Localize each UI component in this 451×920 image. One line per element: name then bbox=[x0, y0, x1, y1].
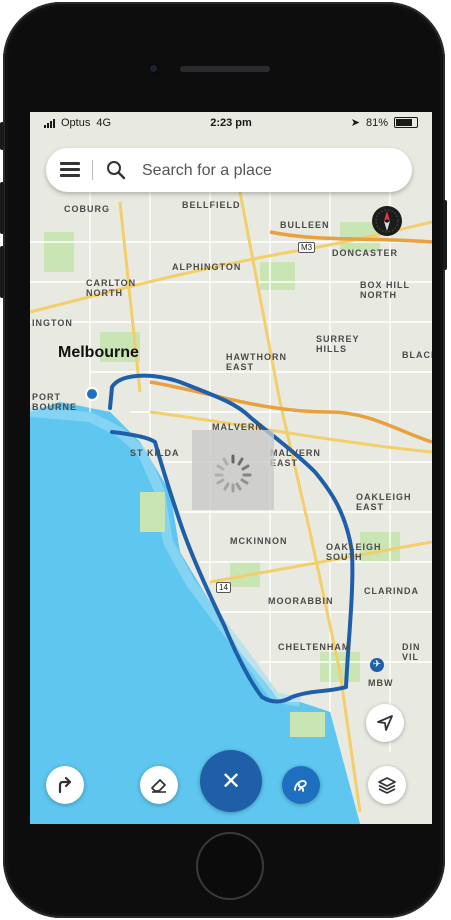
volume-down-button bbox=[0, 246, 4, 298]
map-label-cheltenham: CHELTENHAM bbox=[278, 642, 351, 652]
home-button[interactable] bbox=[198, 834, 262, 898]
map-label-clarinda: CLARINDA bbox=[364, 586, 419, 596]
eraser-icon bbox=[151, 779, 166, 793]
map-label-malvern-east: MALVERN EAST bbox=[270, 448, 321, 468]
park bbox=[44, 232, 74, 272]
road-shield-14: 14 bbox=[216, 582, 231, 593]
directions-button[interactable] bbox=[46, 766, 84, 804]
map-label-box-hill-north: BOX HILL NORTH bbox=[360, 280, 410, 300]
park bbox=[140, 492, 165, 532]
power-button bbox=[443, 200, 447, 270]
navigation-arrow-icon bbox=[377, 715, 393, 731]
search-icon bbox=[107, 161, 126, 180]
loading-overlay bbox=[192, 430, 274, 510]
map-label-carlton-north: CARLTON NORTH bbox=[86, 278, 137, 298]
map-label-blackburn: BLACK bbox=[402, 350, 432, 360]
map-label-port-melbourne: PORT BOURNE bbox=[32, 392, 78, 412]
phone-frame: COBURG BELLFIELD BULLEEN DONCASTER ALPHI… bbox=[0, 0, 451, 920]
map-label-melbourne: Melbourne bbox=[58, 344, 139, 361]
compass-icon[interactable] bbox=[372, 206, 402, 236]
map-label-flemington: INGTON bbox=[32, 318, 73, 328]
map-label-oakleigh-east: OAKLEIGH EAST bbox=[356, 492, 412, 512]
map-label-mbw: MBW bbox=[368, 678, 394, 688]
status-bar: Optus 4G 2:23 pm ➤ 81% bbox=[30, 112, 432, 134]
earpiece-speaker bbox=[180, 66, 270, 72]
close-button[interactable]: ✕ bbox=[200, 750, 262, 812]
lasso-draw-icon bbox=[294, 780, 307, 792]
road-shield-m3: M3 bbox=[298, 242, 316, 253]
locate-button[interactable] bbox=[366, 704, 404, 742]
eraser-button[interactable] bbox=[140, 766, 178, 804]
map-label-dingley: DIN VIL bbox=[402, 642, 421, 662]
park bbox=[260, 262, 295, 290]
menu-icon[interactable] bbox=[60, 162, 80, 178]
turn-right-arrow-icon bbox=[58, 776, 72, 794]
battery-percent: 81% bbox=[365, 116, 388, 129]
loading-spinner-icon bbox=[214, 454, 252, 493]
map-label-oakleigh-south: OAKLEIGH SOUTH bbox=[326, 542, 382, 562]
close-icon: ✕ bbox=[220, 767, 242, 795]
map-label-st-kilda: ST KILDA bbox=[130, 448, 180, 458]
park bbox=[290, 712, 325, 737]
search-input[interactable] bbox=[140, 159, 394, 183]
search-bar[interactable] bbox=[46, 148, 412, 192]
search-divider bbox=[92, 160, 93, 180]
airport-marker-icon[interactable]: ✈ bbox=[370, 658, 384, 672]
app-screen: COBURG BELLFIELD BULLEEN DONCASTER ALPHI… bbox=[30, 112, 432, 824]
volume-up-button bbox=[0, 182, 4, 234]
map-label-coburg: COBURG bbox=[64, 204, 110, 214]
map-label-moorabbin: MOORABBIN bbox=[268, 596, 334, 606]
lasso-draw-button[interactable] bbox=[282, 766, 320, 804]
layers-button[interactable] bbox=[368, 766, 406, 804]
map-label-bulleen: BULLEEN bbox=[280, 220, 330, 230]
mute-switch bbox=[0, 122, 4, 150]
battery-icon bbox=[394, 117, 418, 128]
map-label-surrey-hills: SURREY HILLS bbox=[316, 334, 360, 354]
front-camera-icon bbox=[148, 63, 159, 74]
map-label-mckinnon: MCKINNON bbox=[230, 536, 288, 546]
layers-icon bbox=[378, 777, 396, 794]
map-label-bellfield: BELLFIELD bbox=[182, 200, 241, 210]
map-label-hawthorn-east: HAWTHORN EAST bbox=[226, 352, 287, 372]
location-services-icon: ➤ bbox=[350, 117, 360, 129]
map-label-doncaster: DONCASTER bbox=[332, 248, 399, 258]
map-label-alphington: ALPHINGTON bbox=[172, 262, 242, 272]
